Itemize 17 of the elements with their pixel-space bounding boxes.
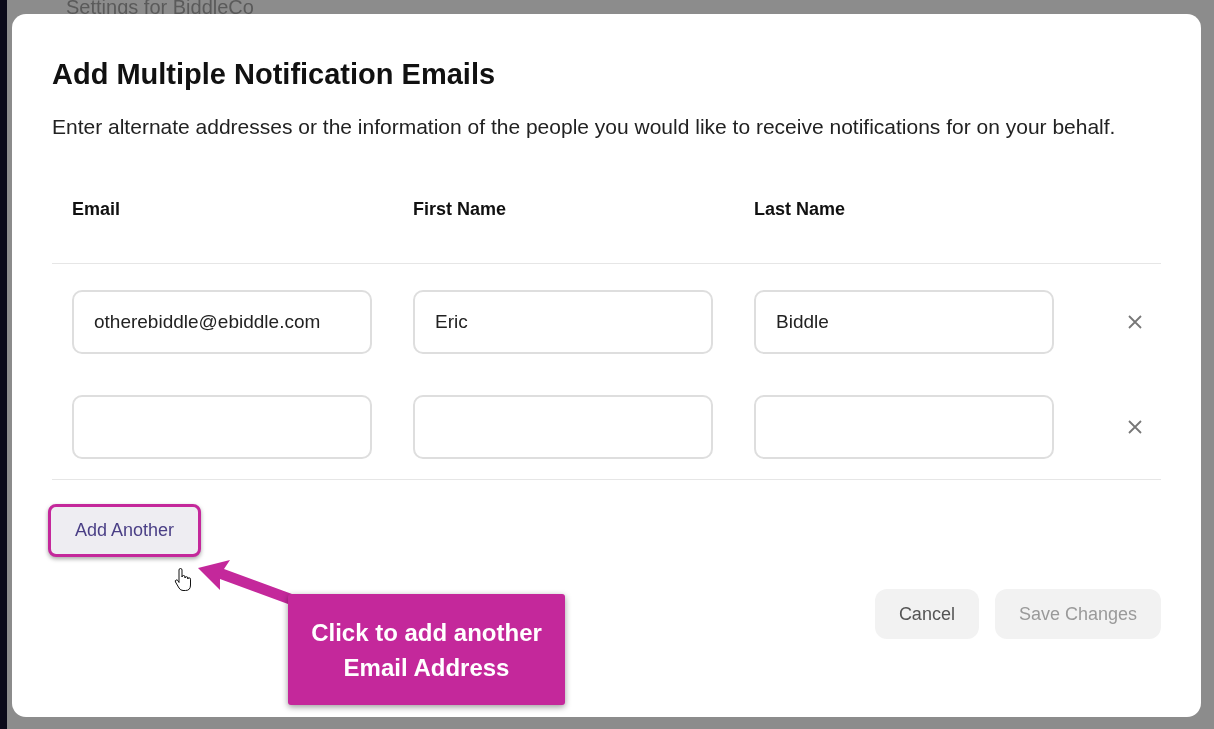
- column-header: Email: [72, 199, 122, 220]
- column-header: First Name: [413, 199, 508, 220]
- input-field[interactable]: Biddle: [754, 289, 1054, 354]
- dialog-description: Enter alternate addresses or the information of the people you would like to receive notifications for on your behalf.: [52, 114, 1117, 140]
- close-icon[interactable]: [1127, 313, 1143, 330]
- input-field[interactable]: [413, 394, 713, 459]
- hand-cursor-icon: [174, 568, 192, 592]
- dialog-title: Add Multiple Notification Emails: [52, 58, 497, 91]
- input-field[interactable]: [754, 394, 1054, 459]
- cancel-button[interactable]: Cancel: [874, 589, 979, 639]
- input-field[interactable]: Eric: [413, 289, 713, 354]
- close-icon[interactable]: [1127, 418, 1143, 435]
- annotation-callout: Click to add another Email Address: [288, 594, 565, 705]
- add-another-button[interactable]: Add Another: [48, 504, 202, 557]
- input-field[interactable]: [72, 394, 372, 459]
- column-header: Last Name: [754, 199, 847, 220]
- input-field[interactable]: otherebiddle@ebiddle.com: [72, 289, 372, 354]
